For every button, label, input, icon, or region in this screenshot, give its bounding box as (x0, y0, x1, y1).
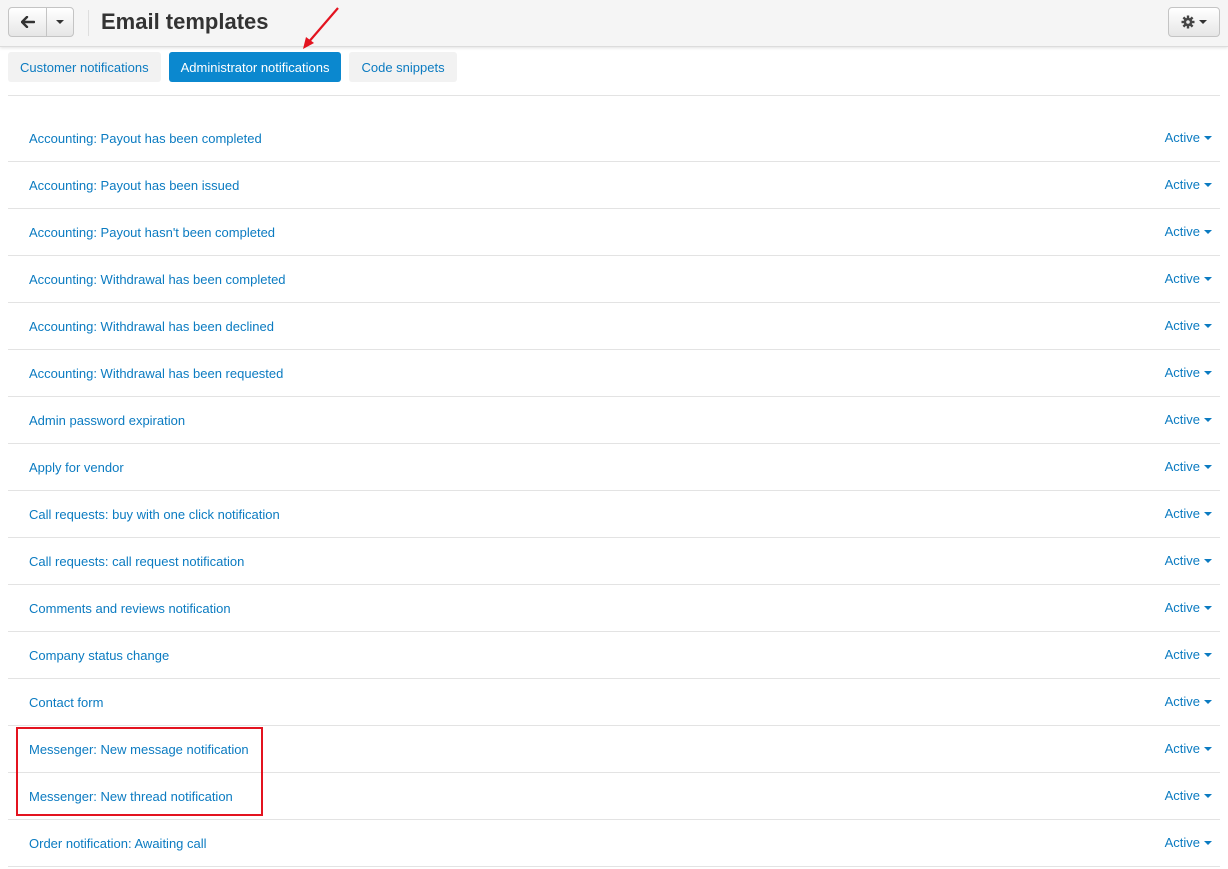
back-button-group (8, 7, 74, 37)
table-row: Accounting: Withdrawal has been requeste… (8, 350, 1220, 397)
template-link[interactable]: Accounting: Withdrawal has been complete… (29, 272, 286, 287)
status-label: Active (1164, 835, 1200, 850)
status-label: Active (1164, 553, 1200, 568)
status-dropdown[interactable]: Active (1165, 412, 1212, 427)
page-title: Email templates (101, 9, 269, 34)
table-row: Accounting: Payout hasn't been completed… (8, 209, 1220, 256)
top-toolbar: Email templates (0, 0, 1228, 47)
chevron-down-icon (1204, 324, 1212, 328)
history-dropdown-button[interactable] (47, 8, 73, 36)
status-label: Active (1164, 741, 1200, 756)
status-label: Active (1164, 694, 1200, 709)
template-link[interactable]: Accounting: Withdrawal has been requeste… (29, 366, 283, 381)
table-row: Admin password expiration Active (8, 397, 1220, 444)
status-label: Active (1164, 271, 1200, 286)
template-link[interactable]: Accounting: Payout has been completed (29, 131, 262, 146)
gear-icon (1181, 15, 1195, 29)
settings-button[interactable] (1168, 7, 1220, 37)
template-link[interactable]: Order notification: Awaiting call (29, 836, 207, 851)
status-label: Active (1164, 365, 1200, 380)
template-link[interactable]: Comments and reviews notification (29, 601, 231, 616)
template-link[interactable]: Admin password expiration (29, 413, 185, 428)
chevron-down-icon (1204, 559, 1212, 563)
template-link[interactable]: Contact form (29, 695, 103, 710)
status-label: Active (1164, 177, 1200, 192)
arrow-left-icon (20, 16, 35, 28)
template-link[interactable]: Apply for vendor (29, 460, 124, 475)
chevron-down-icon (1204, 465, 1212, 469)
status-dropdown[interactable]: Active (1165, 647, 1212, 662)
table-row: Comments and reviews notification Active (8, 585, 1220, 632)
table-row: Apply for vendor Active (8, 444, 1220, 491)
status-label: Active (1164, 130, 1200, 145)
status-dropdown[interactable]: Active (1165, 177, 1212, 192)
tab-divider (8, 95, 1220, 96)
table-row: Accounting: Withdrawal has been complete… (8, 256, 1220, 303)
chevron-down-icon (1204, 794, 1212, 798)
table-row: Call requests: call request notification… (8, 538, 1220, 585)
template-link[interactable]: Call requests: call request notification (29, 554, 244, 569)
status-label: Active (1164, 788, 1200, 803)
chevron-down-icon (1204, 371, 1212, 375)
template-link[interactable]: Accounting: Payout hasn't been completed (29, 225, 275, 240)
chevron-down-icon (1204, 183, 1212, 187)
template-link[interactable]: Messenger: New message notification (29, 742, 249, 757)
status-dropdown[interactable]: Active (1165, 694, 1212, 709)
chevron-down-icon (1204, 606, 1212, 610)
template-link[interactable]: Accounting: Withdrawal has been declined (29, 319, 274, 334)
table-row: Contact form Active (8, 679, 1220, 726)
table-row: Accounting: Payout has been issued Activ… (8, 162, 1220, 209)
chevron-down-icon (56, 20, 64, 24)
chevron-down-icon (1199, 20, 1207, 24)
template-list: Accounting: Payout has been completed Ac… (8, 115, 1220, 867)
status-label: Active (1164, 600, 1200, 615)
table-row: Company status change Active (8, 632, 1220, 679)
toolbar-divider (88, 10, 89, 36)
table-row: Call requests: buy with one click notifi… (8, 491, 1220, 538)
status-label: Active (1164, 647, 1200, 662)
chevron-down-icon (1204, 136, 1212, 140)
table-row: Accounting: Withdrawal has been declined… (8, 303, 1220, 350)
status-dropdown[interactable]: Active (1165, 600, 1212, 615)
chevron-down-icon (1204, 747, 1212, 751)
status-label: Active (1164, 412, 1200, 427)
status-dropdown[interactable]: Active (1165, 553, 1212, 568)
status-label: Active (1164, 459, 1200, 474)
tab-customer-notifications[interactable]: Customer notifications (8, 52, 161, 82)
status-label: Active (1164, 506, 1200, 521)
chevron-down-icon (1204, 841, 1212, 845)
chevron-down-icon (1204, 653, 1212, 657)
template-link[interactable]: Accounting: Payout has been issued (29, 178, 239, 193)
status-dropdown[interactable]: Active (1165, 459, 1212, 474)
template-link[interactable]: Company status change (29, 648, 169, 663)
table-row: Accounting: Payout has been completed Ac… (8, 115, 1220, 162)
chevron-down-icon (1204, 512, 1212, 516)
status-dropdown[interactable]: Active (1165, 506, 1212, 521)
chevron-down-icon (1204, 277, 1212, 281)
table-row: Order notification: Awaiting call Active (8, 820, 1220, 867)
chevron-down-icon (1204, 230, 1212, 234)
status-dropdown[interactable]: Active (1165, 224, 1212, 239)
status-label: Active (1164, 318, 1200, 333)
chevron-down-icon (1204, 700, 1212, 704)
template-link[interactable]: Messenger: New thread notification (29, 789, 233, 804)
status-dropdown[interactable]: Active (1165, 130, 1212, 145)
tab-code-snippets[interactable]: Code snippets (349, 52, 457, 82)
status-dropdown[interactable]: Active (1165, 271, 1212, 286)
tab-bar: Customer notifications Administrator not… (8, 52, 457, 82)
status-dropdown[interactable]: Active (1165, 788, 1212, 803)
tab-administrator-notifications[interactable]: Administrator notifications (168, 52, 342, 82)
status-label: Active (1164, 224, 1200, 239)
table-row: Messenger: New message notification Acti… (8, 726, 1220, 773)
chevron-down-icon (1204, 418, 1212, 422)
table-row: Messenger: New thread notification Activ… (8, 773, 1220, 820)
annotation-arrow (303, 7, 339, 49)
status-dropdown[interactable]: Active (1165, 835, 1212, 850)
status-dropdown[interactable]: Active (1165, 741, 1212, 756)
back-button[interactable] (9, 8, 47, 36)
status-dropdown[interactable]: Active (1165, 318, 1212, 333)
template-link[interactable]: Call requests: buy with one click notifi… (29, 507, 280, 522)
status-dropdown[interactable]: Active (1165, 365, 1212, 380)
